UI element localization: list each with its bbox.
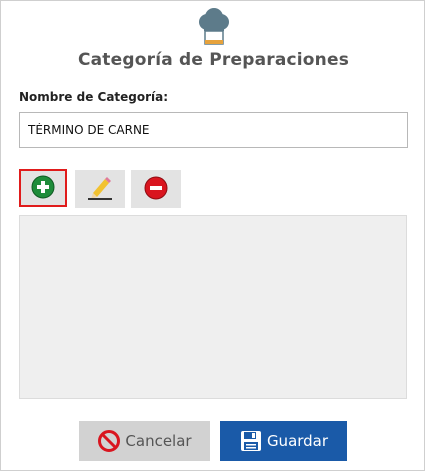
cancel-label: Cancelar [125, 432, 192, 450]
category-dialog: Categoría de Preparaciones Nombre de Cat… [0, 0, 425, 471]
save-label: Guardar [266, 432, 329, 450]
category-name-label: Nombre de Categoría: [19, 90, 169, 104]
plus-circle-icon [31, 175, 55, 202]
save-button[interactable]: Guardar [220, 421, 347, 461]
chef-hat-icon [194, 7, 234, 47]
delete-button[interactable] [131, 170, 181, 208]
category-list[interactable] [19, 215, 407, 399]
category-name-input[interactable] [19, 112, 408, 148]
no-entry-icon [97, 429, 121, 453]
dialog-title: Categoría de Preparaciones [77, 50, 350, 70]
minus-circle-icon [144, 176, 168, 203]
edit-button[interactable] [75, 170, 125, 208]
add-button[interactable] [19, 169, 67, 207]
cancel-button[interactable]: Cancelar [79, 421, 210, 461]
floppy-disk-icon [239, 429, 263, 453]
pencil-icon [86, 175, 114, 204]
